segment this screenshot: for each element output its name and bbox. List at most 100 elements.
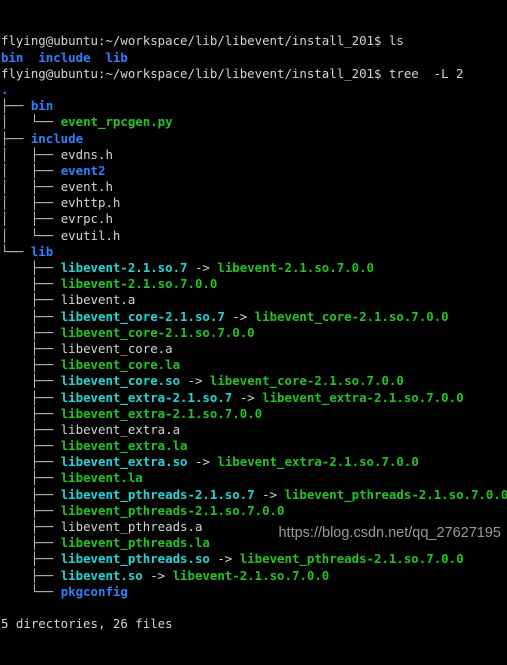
tree-entry-row: ├── libevent_extra.a [1, 422, 507, 438]
tree-entry-row: ├── include [1, 131, 507, 147]
tree-entry-row: ├── libevent-2.1.so.7.0.0 [1, 276, 507, 292]
tree-branch-glyph: ├── [31, 390, 61, 405]
tree-entry-row: ├── libevent_extra-2.1.so.7 -> libevent_… [1, 390, 507, 406]
shell-command: ls [381, 33, 403, 48]
tree-indent [1, 584, 31, 599]
tree-indent [1, 454, 31, 469]
tree-indent [1, 341, 31, 356]
symlink-arrow-icon: -> [210, 551, 240, 566]
symlink-target: libevent-2.1.so.7.0.0 [217, 260, 374, 275]
tree-branch-glyph: ├── [31, 163, 61, 178]
tree-branch-glyph: ├── [31, 325, 61, 340]
ls-output-line: bin include lib [1, 50, 507, 66]
shell-prompt: flying@ubuntu:~/workspace/lib/libevent/i… [1, 33, 381, 48]
tree-entry-row: ├── libevent_core.so -> libevent_core-2.… [1, 373, 507, 389]
tree-indent [1, 292, 31, 307]
tree-entry-row: ├── libevent_pthreads-2.1.so.7 -> libeve… [1, 487, 507, 503]
tree-branch-glyph: └── [31, 584, 61, 599]
tree-entry-name: libevent_extra.a [61, 422, 180, 437]
tree-branch-glyph: ├── [31, 260, 61, 275]
terminal-window[interactable]: flying@ubuntu:~/workspace/lib/libevent/i… [0, 0, 507, 557]
tree-entry-name: libevent_extra-2.1.so.7.0.0 [61, 406, 262, 421]
spacer [23, 50, 38, 65]
watermark-text: https://blog.csdn.net/qq_27627195 [278, 524, 501, 542]
tree-entry-row: ├── libevent.a [1, 292, 507, 308]
tree-entry-name: libevent.a [61, 292, 136, 307]
tree-entry-row: ├── libevent-2.1.so.7 -> libevent-2.1.so… [1, 260, 507, 276]
tree-branch-glyph: ├── [31, 211, 61, 226]
tree-entry-name: evdns.h [61, 147, 113, 162]
tree-entry-name: libevent.la [61, 470, 143, 485]
tree-branch-glyph: ├── [31, 406, 61, 421]
tree-indent: │ [1, 228, 31, 243]
tree-entry-row: ├── libevent_core-2.1.so.7.0.0 [1, 325, 507, 341]
tree-entry-name: libevent_core.so [61, 373, 180, 388]
tree-entry-row: ├── libevent_core.a [1, 341, 507, 357]
ls-entry-bin: bin [1, 50, 23, 65]
tree-entry-row: ├── libevent_core.la [1, 357, 507, 373]
tree-branch-glyph: ├── [31, 276, 61, 291]
tree-branch-glyph: └── [1, 244, 31, 259]
command-line: flying@ubuntu:~/workspace/lib/libevent/i… [1, 33, 507, 49]
tree-branch-glyph: ├── [31, 503, 61, 518]
tree-entry-row: ├── libevent_extra.la [1, 438, 507, 454]
shell-prompt: flying@ubuntu:~/workspace/lib/libevent/i… [1, 66, 381, 81]
symlink-target: libevent_pthreads-2.1.so.7.0.0 [285, 487, 507, 502]
symlink-arrow-icon: -> [255, 487, 285, 502]
symlink-arrow-icon: -> [188, 260, 218, 275]
tree-entry-name: libevent_pthreads-2.1.so.7.0.0 [61, 503, 285, 518]
tree-indent [1, 519, 31, 534]
tree-entry-name: event_rpcgen.py [61, 114, 173, 129]
tree-entry-name: event2 [61, 163, 106, 178]
tree-branch-glyph: ├── [31, 551, 61, 566]
symlink-target: libevent_core-2.1.so.7.0.0 [255, 309, 449, 324]
tree-entry-name: libevent_core.a [61, 341, 173, 356]
tree-branch-glyph: ├── [31, 438, 61, 453]
symlink-arrow-icon: -> [143, 568, 173, 583]
tree-entry-name: evutil.h [61, 228, 121, 243]
tree-branch-glyph: ├── [1, 131, 31, 146]
tree-entry-row: ├── libevent_pthreads.so -> libevent_pth… [1, 551, 507, 567]
tree-entry-row: │ ├── evdns.h [1, 147, 507, 163]
tree-entry-row: ├── libevent.so -> libevent-2.1.so.7.0.0 [1, 568, 507, 584]
tree-summary-text: 5 directories, 26 files [1, 616, 173, 631]
symlink-arrow-icon: -> [188, 454, 218, 469]
tree-entry-row: └── pkgconfig [1, 584, 507, 600]
tree-branch-glyph: ├── [31, 147, 61, 162]
tree-entry-row: │ └── event_rpcgen.py [1, 114, 507, 130]
tree-indent [1, 438, 31, 453]
tree-entry-row: │ └── evutil.h [1, 228, 507, 244]
tree-branch-glyph: ├── [31, 487, 61, 502]
symlink-target: libevent_core-2.1.so.7.0.0 [210, 373, 404, 388]
tree-entry-name: libevent-2.1.so.7.0.0 [61, 276, 218, 291]
tree-branch-glyph: ├── [31, 535, 61, 550]
tree-indent [1, 503, 31, 518]
tree-root-entry: . [1, 82, 8, 97]
tree-root-line: . [1, 82, 507, 98]
tree-branch-glyph: └── [31, 228, 61, 243]
tree-branch-glyph: ├── [31, 357, 61, 372]
tree-entry-name: libevent.so [61, 568, 143, 583]
tree-indent: │ [1, 147, 31, 162]
tree-entry-name: libevent_core-2.1.so.7 [61, 309, 225, 324]
tree-entry-name: libevent_pthreads.so [61, 551, 210, 566]
symlink-target: libevent_pthreads-2.1.so.7.0.0 [240, 551, 464, 566]
symlink-target: libevent_extra-2.1.so.7.0.0 [217, 454, 418, 469]
tree-entry-row: ├── libevent_core-2.1.so.7 -> libevent_c… [1, 309, 507, 325]
symlink-target: libevent-2.1.so.7.0.0 [173, 568, 330, 583]
tree-entry-row: ├── libevent_pthreads-2.1.so.7.0.0 [1, 503, 507, 519]
tree-entry-name: libevent_pthreads.a [61, 519, 203, 534]
tree-indent [1, 390, 31, 405]
tree-entry-row: │ ├── event2 [1, 163, 507, 179]
tree-entry-row: ├── libevent_extra.so -> libevent_extra-… [1, 454, 507, 470]
tree-branch-glyph: ├── [31, 454, 61, 469]
tree-entry-name: bin [31, 98, 53, 113]
tree-branch-glyph: ├── [31, 519, 61, 534]
ls-entry-lib: lib [105, 50, 127, 65]
tree-indent [1, 470, 31, 485]
blank-line [1, 600, 507, 616]
tree-indent: │ [1, 163, 31, 178]
tree-branch-glyph: ├── [31, 309, 61, 324]
tree-branch-glyph: └── [31, 114, 61, 129]
tree-entry-name: libevent-2.1.so.7 [61, 260, 188, 275]
